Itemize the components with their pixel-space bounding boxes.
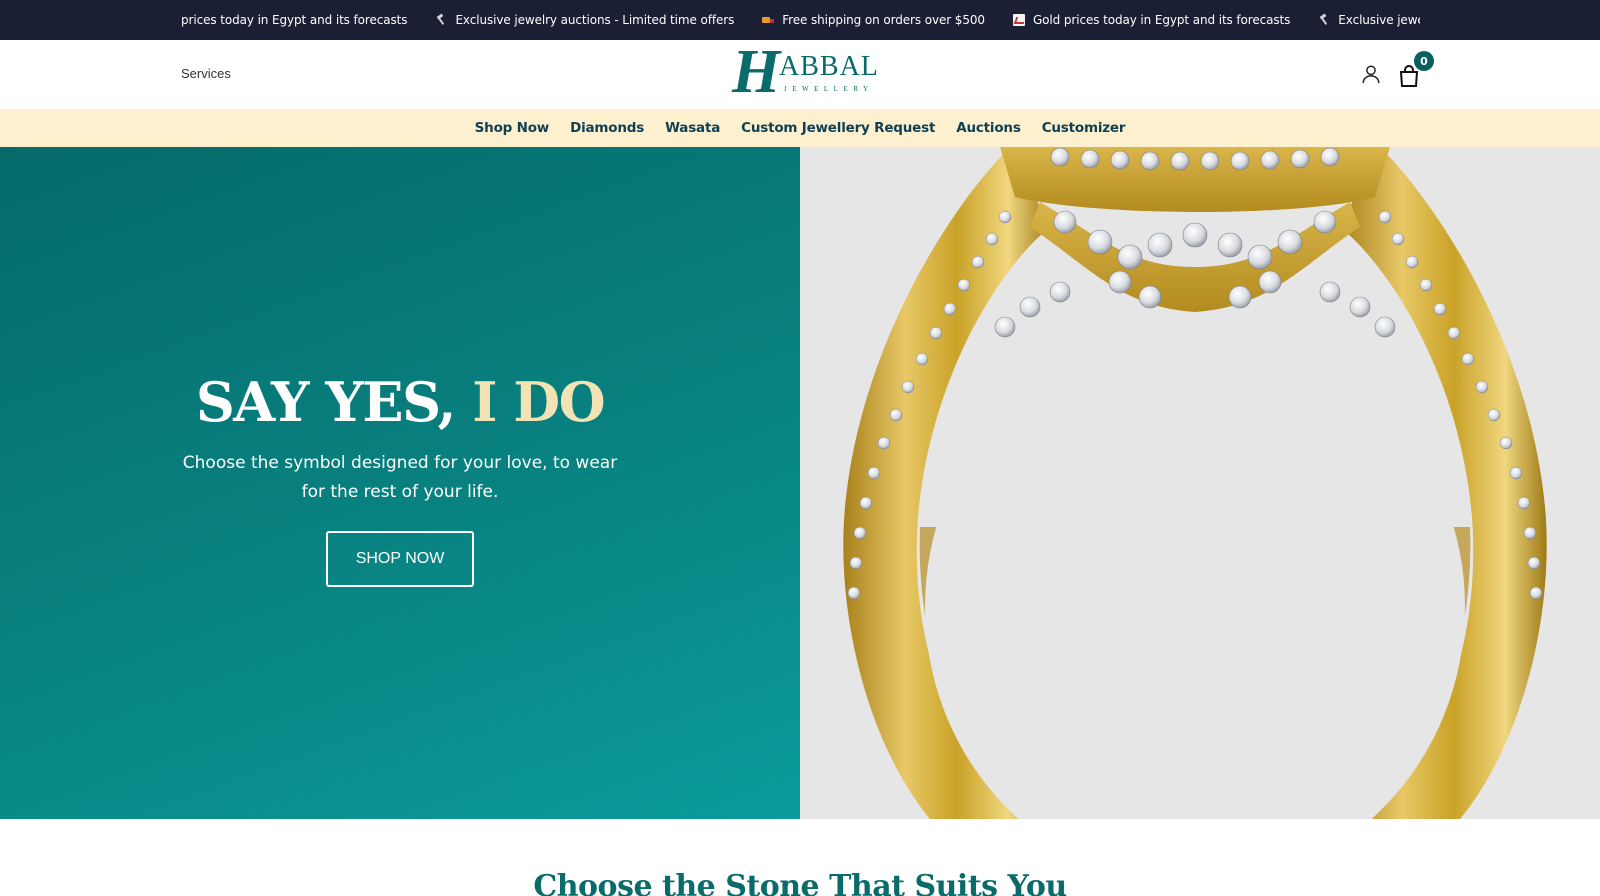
chart-icon xyxy=(1012,14,1025,26)
ticker-text: Gold prices today in Egypt and its forec… xyxy=(1032,13,1291,27)
truck-icon xyxy=(762,14,775,26)
hammer-icon xyxy=(435,14,447,26)
gold-ring-image xyxy=(843,147,1547,819)
nav-item-customizer[interactable]: Customizer xyxy=(1042,120,1126,136)
ticker-item: Exclusive jewelry auctions - Limited tim… xyxy=(435,13,734,27)
cart-count-badge: 0 xyxy=(1414,51,1434,71)
nav-item-auctions[interactable]: Auctions xyxy=(956,120,1021,136)
hero-title-accent: I DO xyxy=(472,370,605,434)
ticker-text: prices today in Egypt and its forecasts xyxy=(181,13,408,27)
hero-title-main: SAY YES, xyxy=(195,370,473,434)
ticker-item: Exclusive jewelry auctions - Limited tim… xyxy=(1318,13,1420,27)
shop-now-button[interactable]: SHOP NOW xyxy=(326,531,474,587)
nav-item-custom-jewellery-request[interactable]: Custom Jewellery Request xyxy=(741,120,935,136)
hero-text-panel: SAY YES, I DO Choose the symbol designed… xyxy=(0,147,800,819)
nav-item-diamonds[interactable]: Diamonds xyxy=(570,120,644,136)
ticker-text: Exclusive jewelry auctions - Limited tim… xyxy=(455,13,735,27)
cart-button[interactable]: 0 xyxy=(1398,51,1434,89)
hero-banner: SAY YES, I DO Choose the symbol designed… xyxy=(0,147,1600,819)
user-account-icon[interactable] xyxy=(1360,63,1382,85)
brand-logo[interactable]: H ABBAL JEWELLERY xyxy=(732,41,878,105)
ticker-text: Exclusive jewelry auctions - Limited tim… xyxy=(1338,13,1420,27)
services-link[interactable]: Services xyxy=(181,66,231,81)
site-header: Services H ABBAL JEWELLERY 0 xyxy=(0,40,1600,109)
announcement-ticker: prices today in Egypt and its forecasts … xyxy=(181,0,1420,40)
hammer-icon xyxy=(1318,14,1330,26)
ticker-item: Gold prices today in Egypt and its forec… xyxy=(1012,13,1291,27)
hero-title: SAY YES, I DO xyxy=(0,375,800,429)
section-heading: Choose the Stone That Suits You xyxy=(533,869,1067,896)
main-navigation: Shop Now Diamonds Wasata Custom Jeweller… xyxy=(0,109,1600,147)
nav-item-shop-now[interactable]: Shop Now xyxy=(475,120,550,136)
hero-image-panel xyxy=(800,147,1600,819)
ticker-text: Free shipping on orders over $500 xyxy=(782,13,985,27)
announcement-bar: prices today in Egypt and its forecasts … xyxy=(0,0,1600,40)
logo-subtitle: JEWELLERY xyxy=(784,85,874,93)
nav-item-wasata[interactable]: Wasata xyxy=(665,120,720,136)
ticker-item: Free shipping on orders over $500 xyxy=(762,13,985,27)
ticker-item: prices today in Egypt and its forecasts xyxy=(181,13,408,27)
logo-mark: H xyxy=(732,38,781,106)
logo-wordmark: ABBAL xyxy=(779,51,879,82)
hero-subtitle: Choose the symbol designed for your love… xyxy=(182,453,618,502)
